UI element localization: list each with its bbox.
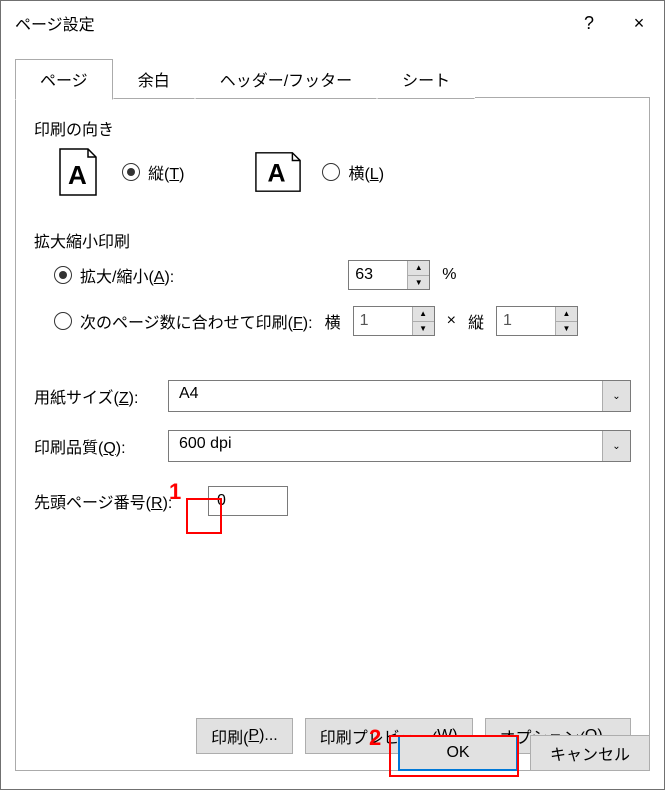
- spinner-down-icon[interactable]: ▼: [556, 322, 577, 336]
- radio-icon: [54, 266, 72, 284]
- adjust-label: 拡大/縮小(A):: [80, 263, 174, 287]
- print-button[interactable]: 印刷(P)...: [196, 718, 293, 754]
- tab-header-footer[interactable]: ヘッダー/フッター: [195, 59, 377, 99]
- scaling-fit-row: 次のページ数に合わせて印刷(F): 横 ▲ ▼ × 縦 ▲ ▼: [34, 306, 631, 336]
- print-quality-label: 印刷品質(Q):: [34, 434, 154, 458]
- fit-wide-input[interactable]: [354, 307, 412, 335]
- fit-label: 次のページ数に合わせて印刷(F):: [80, 309, 313, 333]
- adjust-spinner[interactable]: ▲ ▼: [348, 260, 430, 290]
- fit-tall-spinner[interactable]: ▲ ▼: [496, 306, 578, 336]
- portrait-label: 縦(T): [148, 160, 184, 184]
- window-title: ページ設定: [15, 11, 564, 35]
- cross-label: ×: [447, 312, 456, 330]
- scaling-adjust-row: 拡大/縮小(A): ▲ ▼ %: [34, 260, 631, 290]
- titlebar: ページ設定 ? ×: [1, 1, 664, 45]
- paper-size-row: 用紙サイズ(Z): A4 ⌄: [34, 380, 631, 412]
- spinner-buttons: ▲ ▼: [407, 261, 429, 289]
- tab-strip: ページ 余白 ヘッダー/フッター シート: [15, 59, 664, 99]
- first-page-row: 先頭ページ番号(R):: [34, 486, 631, 516]
- spinner-down-icon[interactable]: ▼: [408, 276, 429, 290]
- landscape-icon: A: [254, 148, 302, 196]
- help-button[interactable]: ?: [564, 1, 614, 45]
- portrait-radio[interactable]: 縦(T): [122, 160, 184, 184]
- chevron-down-icon[interactable]: ⌄: [602, 431, 630, 461]
- tab-page[interactable]: ページ: [15, 59, 113, 100]
- paper-size-label: 用紙サイズ(Z):: [34, 384, 154, 408]
- first-page-input[interactable]: [208, 486, 288, 516]
- adjust-radio[interactable]: 拡大/縮小(A):: [54, 263, 174, 287]
- print-quality-row: 印刷品質(Q): 600 dpi ⌄: [34, 430, 631, 462]
- callout-number-1: 1: [169, 479, 181, 505]
- footer-button-row: OK キャンセル: [398, 735, 650, 771]
- print-quality-value: 600 dpi: [169, 431, 602, 461]
- dialog-content: ページ 余白 ヘッダー/フッター シート 印刷の向き A 縦(T): [1, 45, 664, 789]
- landscape-radio[interactable]: 横(L): [322, 160, 384, 184]
- paper-size-combo[interactable]: A4 ⌄: [168, 380, 631, 412]
- spinner-up-icon[interactable]: ▲: [556, 307, 577, 322]
- fit-radio[interactable]: 次のページ数に合わせて印刷(F):: [54, 309, 313, 333]
- tab-panel-page: 印刷の向き A 縦(T) A: [15, 97, 650, 771]
- close-button[interactable]: ×: [614, 1, 664, 45]
- svg-text:A: A: [68, 160, 87, 190]
- fit-tall-label: 縦: [468, 309, 484, 333]
- orientation-group-label: 印刷の向き: [34, 116, 631, 140]
- spinner-buttons: ▲ ▼: [412, 307, 434, 335]
- radio-icon: [122, 163, 140, 181]
- fit-wide-label: 横: [325, 309, 341, 333]
- paper-size-value: A4: [169, 381, 602, 411]
- radio-icon: [54, 312, 72, 330]
- callout-number-2: 2: [369, 725, 381, 751]
- spinner-down-icon[interactable]: ▼: [413, 322, 434, 336]
- orientation-row: A 縦(T) A 横(L): [34, 148, 631, 196]
- landscape-label: 横(L): [348, 160, 384, 184]
- print-quality-combo[interactable]: 600 dpi ⌄: [168, 430, 631, 462]
- tab-sheet[interactable]: シート: [377, 59, 475, 99]
- ok-button[interactable]: OK: [398, 735, 518, 771]
- spinner-up-icon[interactable]: ▲: [408, 261, 429, 276]
- fit-wide-spinner[interactable]: ▲ ▼: [353, 306, 435, 336]
- scaling-group-label: 拡大縮小印刷: [34, 228, 631, 252]
- chevron-down-icon[interactable]: ⌄: [602, 381, 630, 411]
- fit-tall-input[interactable]: [497, 307, 555, 335]
- cancel-button[interactable]: キャンセル: [530, 735, 650, 771]
- svg-text:A: A: [268, 160, 286, 188]
- percent-label: %: [442, 266, 456, 284]
- radio-icon: [322, 163, 340, 181]
- adjust-input[interactable]: [349, 261, 407, 289]
- spinner-up-icon[interactable]: ▲: [413, 307, 434, 322]
- spinner-buttons: ▲ ▼: [555, 307, 577, 335]
- tab-margins[interactable]: 余白: [113, 59, 195, 99]
- portrait-icon: A: [54, 148, 102, 196]
